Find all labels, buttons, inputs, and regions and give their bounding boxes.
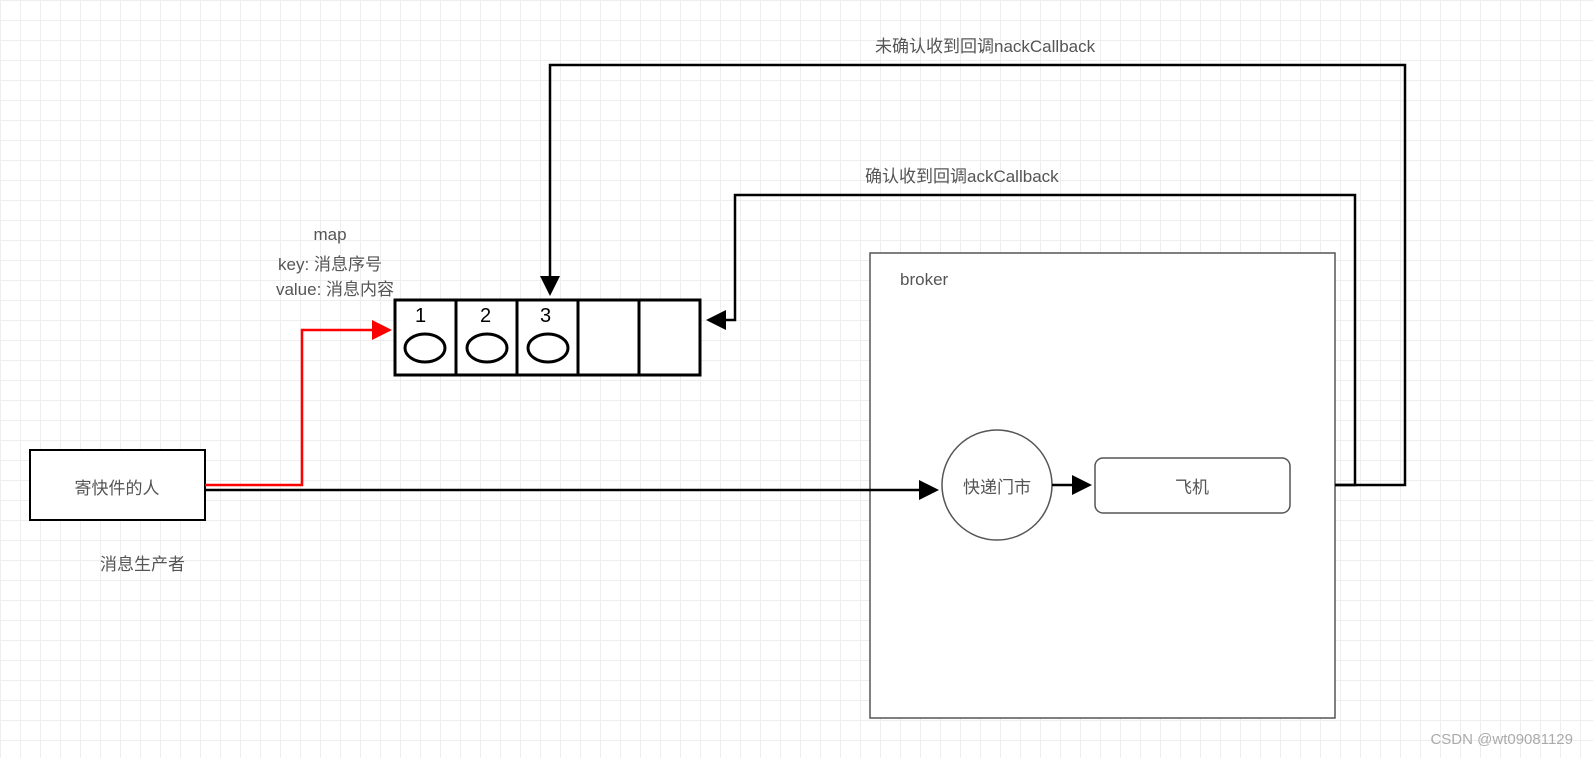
diagram-canvas: 未确认收到回调nackCallback 确认收到回调ackCallback ma… bbox=[0, 0, 1593, 758]
broker-label: broker bbox=[900, 270, 949, 289]
exchange-text: 快递门市 bbox=[963, 478, 1031, 497]
arrow-producer-to-map bbox=[205, 330, 388, 485]
producer-box-text: 寄快件的人 bbox=[75, 479, 160, 498]
svg-text:3: 3 bbox=[540, 305, 551, 327]
queue-text: 飞机 bbox=[1175, 478, 1209, 497]
svg-text:2: 2 bbox=[480, 305, 491, 327]
svg-text:1: 1 bbox=[415, 305, 426, 327]
diagram-svg: 寄快件的人 1 2 3 broker bbox=[0, 0, 1593, 758]
map-container: 1 2 3 bbox=[395, 300, 700, 375]
